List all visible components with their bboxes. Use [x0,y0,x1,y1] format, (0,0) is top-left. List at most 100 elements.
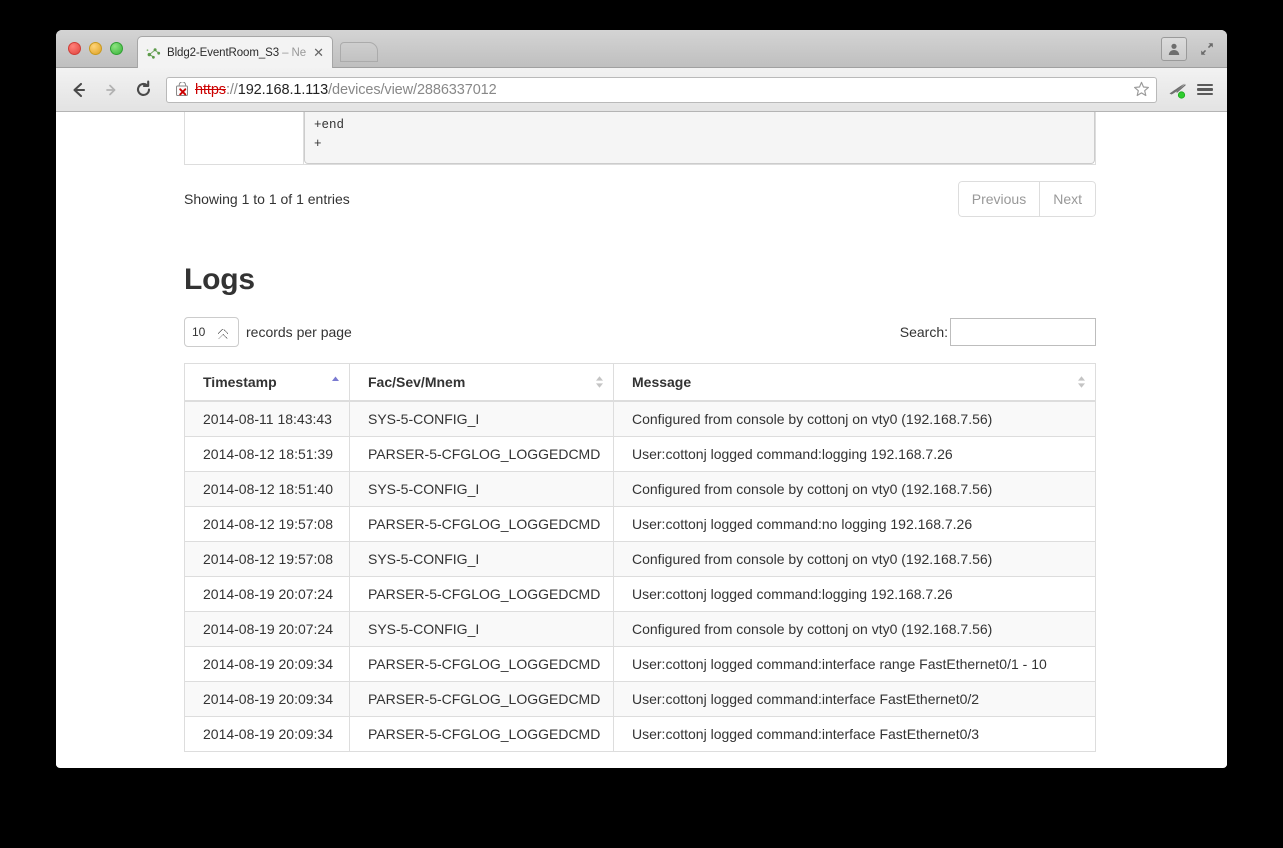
log-cell-timestamp: 2014-08-12 18:51:39 [184,436,350,472]
config-code-block: +end + [304,112,1095,164]
logs-heading: Logs [184,263,255,296]
browser-tab-title: Bldg2-EventRoom_S3 – Ne [167,46,306,59]
config-table-footer: Showing 1 to 1 of 1 entries Previous Nex… [184,165,1096,217]
logs-table-body: 2014-08-11 18:43:43 SYS-5-CONFIG_I Configu… [184,400,1096,752]
log-cell-timestamp: 2014-08-19 20:09:34 [184,716,350,752]
tab-strip: Bldg2-EventRoom_S3 – Ne ✕ [56,30,1227,68]
log-cell-facility: PARSER-5-CFGLOG_LOGGEDCMD [349,716,614,752]
log-cell-timestamp: 2014-08-12 18:51:40 [184,471,350,507]
table-row: 2014-08-19 20:07:24 PARSER-5-CFGLOG_LOGGE… [184,576,1096,612]
log-cell-timestamp: 2014-08-12 19:57:08 [184,506,350,542]
log-cell-facility: PARSER-5-CFGLOG_LOGGEDCMD [349,506,614,542]
table-row: 2014-08-12 18:51:39 PARSER-5-CFGLOG_LOGGE… [184,436,1096,472]
log-cell-facility: SYS-5-CONFIG_I [349,541,614,577]
sort-both-icon [596,376,603,388]
column-header-message-label: Message [632,374,692,390]
tab-close-icon[interactable]: ✕ [311,46,326,59]
table-row: 2014-08-11 18:43:43 SYS-5-CONFIG_I Configu… [184,400,1096,437]
log-cell-timestamp: 2014-08-19 20:09:34 [184,646,350,682]
address-bar[interactable]: https://192.168.1.113/devices/view/28863… [166,76,1157,103]
config-entries-info: Showing 1 to 1 of 1 entries [184,191,350,207]
config-previous-button[interactable]: Previous [957,181,1041,217]
logs-search-control: Search: [900,318,1096,346]
log-cell-message: Configured from console by cottonj on vt… [613,611,1096,647]
log-cell-message: Configured from console by cottonj on vt… [613,400,1096,437]
records-per-page-control: 102550100 records per page [184,317,352,347]
log-cell-message: User:cottonj logged command:interface Fa… [613,716,1096,752]
logs-table-footer: Showing 1 to 10 of 98 entries Previous N… [184,752,1096,766]
zoom-window-button[interactable] [110,42,123,55]
config-next-button[interactable]: Next [1040,181,1096,217]
browser-tab[interactable]: Bldg2-EventRoom_S3 – Ne ✕ [137,36,333,68]
table-row: 2014-08-19 20:09:34 PARSER-5-CFGLOG_LOGGE… [184,681,1096,717]
table-row: 2014-08-19 20:09:34 PARSER-5-CFGLOG_LOGGE… [184,716,1096,752]
logs-header-row: Timestamp Fac/Sev/Mnem Message [184,363,1096,402]
log-cell-message: User:cottonj logged command:interface Fa… [613,681,1096,717]
forward-arrow-icon [106,84,116,95]
hamburger-icon [1197,82,1213,98]
column-header-timestamp-label: Timestamp [203,374,277,390]
log-cell-facility: SYS-5-CONFIG_I [349,611,614,647]
log-cell-facility: PARSER-5-CFGLOG_LOGGEDCMD [349,646,614,682]
sort-both-icon [1078,376,1085,388]
reload-button[interactable] [130,77,156,103]
column-header-timestamp[interactable]: Timestamp [184,363,350,402]
extension-icon [1169,83,1186,99]
logs-table-controls: 102550100 records per page Search: [184,317,1096,347]
log-cell-message: Configured from console by cottonj on vt… [613,471,1096,507]
profile-button[interactable] [1161,37,1187,61]
column-header-facility[interactable]: Fac/Sev/Mnem [349,363,614,402]
column-header-facility-label: Fac/Sev/Mnem [368,374,466,390]
browser-menu-button[interactable] [1193,77,1217,103]
table-row: 2014-08-12 18:51:40 SYS-5-CONFIG_I Configu… [184,471,1096,507]
log-cell-timestamp: 2014-08-11 18:43:43 [184,400,350,437]
back-button[interactable] [66,77,92,103]
window-traffic-lights [68,42,123,55]
invalid-certificate-icon[interactable] [175,82,190,97]
config-label-cell [184,112,304,165]
reload-icon [136,80,150,96]
log-cell-timestamp: 2014-08-19 20:09:34 [184,681,350,717]
page-viewport: +end + Showing 1 to 1 of 1 entries Previ… [56,112,1227,766]
star-outline-icon [1133,81,1149,97]
config-value-cell: +end + [303,112,1096,165]
fullscreen-button[interactable] [1197,39,1217,59]
log-cell-message: User:cottonj logged command:no logging 1… [613,506,1096,542]
browser-toolbar: https://192.168.1.113/devices/view/28863… [56,68,1227,112]
config-table-row: +end + [184,112,1096,165]
window-button-group [1161,37,1217,61]
new-tab-button[interactable] [340,42,378,62]
column-header-message[interactable]: Message [613,363,1096,402]
close-window-button[interactable] [68,42,81,55]
log-cell-timestamp: 2014-08-19 20:07:24 [184,611,350,647]
network-nodes-favicon [146,47,161,59]
log-cell-facility: PARSER-5-CFGLOG_LOGGEDCMD [349,436,614,472]
expand-arrows-icon [1201,43,1213,55]
log-cell-facility: SYS-5-CONFIG_I [349,400,614,437]
records-per-page-label: records per page [246,324,352,340]
forward-button[interactable] [98,77,124,103]
person-icon [1168,43,1180,55]
log-cell-facility: SYS-5-CONFIG_I [349,471,614,507]
log-cell-message: User:cottonj logged command:logging 192.… [613,436,1096,472]
back-arrow-icon [73,82,86,97]
log-cell-timestamp: 2014-08-19 20:07:24 [184,576,350,612]
logs-table-head: Timestamp Fac/Sev/Mnem Message [184,363,1096,402]
log-cell-message: User:cottonj logged command:interface ra… [613,646,1096,682]
log-cell-message: User:cottonj logged command:logging 192.… [613,576,1096,612]
table-row: 2014-08-12 19:57:08 SYS-5-CONFIG_I Configu… [184,541,1096,577]
address-bar-url: https://192.168.1.113/devices/view/28863… [195,81,497,98]
config-table: +end + [184,112,1096,165]
browser-window: Bldg2-EventRoom_S3 – Ne ✕ https://192.16… [56,30,1227,768]
page-content: +end + Showing 1 to 1 of 1 entries Previ… [184,112,1096,766]
config-pagination: Previous Next [957,181,1096,217]
records-per-page-select[interactable]: 102550100 [184,317,239,347]
extension-button[interactable] [1165,77,1191,103]
search-input[interactable] [950,318,1096,346]
minimize-window-button[interactable] [89,42,102,55]
table-row: 2014-08-12 19:57:08 PARSER-5-CFGLOG_LOGGE… [184,506,1096,542]
logs-table: Timestamp Fac/Sev/Mnem Message 2014-08-1… [184,363,1096,752]
log-cell-timestamp: 2014-08-12 19:57:08 [184,541,350,577]
bookmark-star-icon[interactable] [1130,81,1152,98]
search-label: Search: [899,324,948,340]
